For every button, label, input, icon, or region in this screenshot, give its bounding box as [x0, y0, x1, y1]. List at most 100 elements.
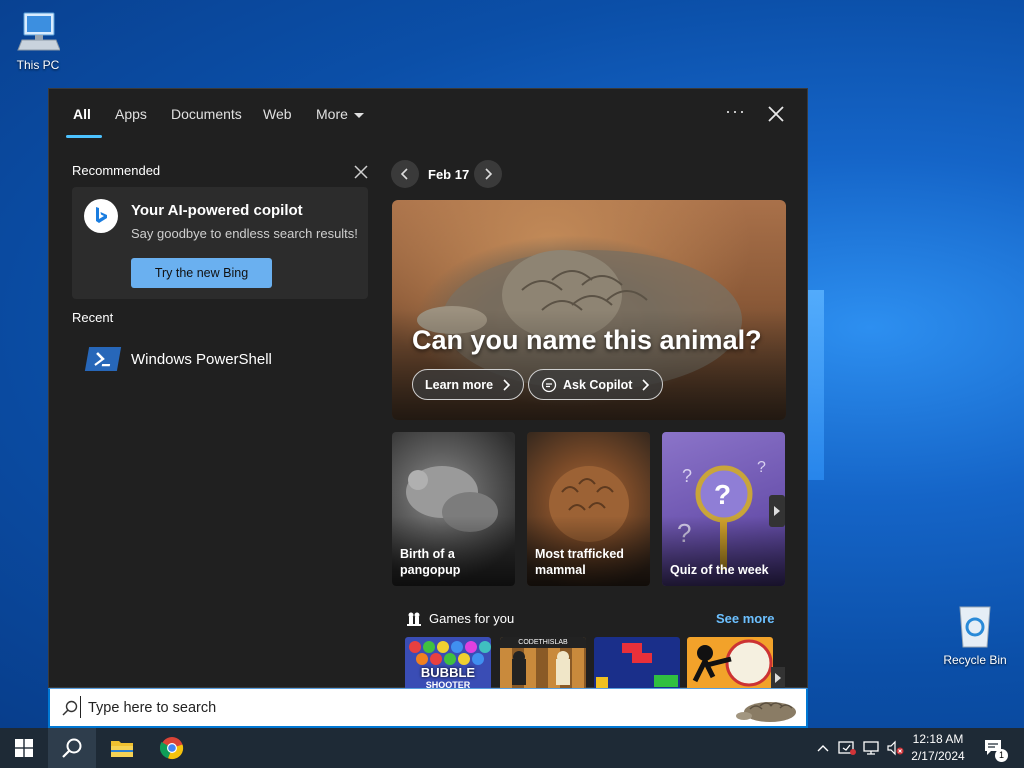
- chevron-right-icon: [485, 168, 493, 180]
- card-caption-line2: mammal: [535, 563, 586, 577]
- search-icon: [62, 700, 78, 716]
- clock-date: 2/17/2024: [911, 749, 965, 763]
- shield-warning-icon: [838, 741, 856, 755]
- chevron-right-icon: [775, 673, 781, 683]
- chevron-right-icon: [642, 378, 650, 391]
- chat-bubble-icon: [541, 377, 557, 392]
- ask-copilot-button[interactable]: Ask Copilot: [528, 369, 664, 400]
- see-more-games-link[interactable]: See more: [716, 611, 775, 626]
- game-tile-label: BUBBLE: [420, 665, 476, 680]
- file-explorer-button[interactable]: [98, 728, 146, 768]
- bing-logo-icon: [84, 199, 118, 233]
- chevron-right-icon: [774, 506, 780, 516]
- recent-item-powershell[interactable]: Windows PowerShell: [84, 347, 272, 371]
- notification-count-badge: 1: [995, 749, 1008, 762]
- volume-tray-button[interactable]: [884, 728, 906, 768]
- close-icon[interactable]: [765, 103, 787, 125]
- search-icon: [62, 738, 82, 758]
- recent-heading: Recent: [72, 310, 114, 325]
- hero-title: Can you name this animal?: [412, 325, 762, 355]
- taskbar-search-box[interactable]: [48, 688, 808, 728]
- folder-icon: [111, 741, 133, 757]
- chess-board-thumbnail: [512, 651, 570, 685]
- ellipsis-icon[interactable]: ···: [725, 101, 746, 122]
- chevron-right-icon: [503, 378, 511, 391]
- card-caption-line2: pangopup: [400, 563, 461, 577]
- action-center-button[interactable]: 1: [978, 728, 1010, 768]
- cards-scroll-right-button[interactable]: [769, 495, 785, 527]
- chess-pieces-icon: [407, 612, 421, 626]
- game-tile-chess[interactable]: CODETHISLAB: [500, 637, 586, 689]
- previous-day-button[interactable]: [391, 160, 419, 188]
- game-tile-bubble-shooter[interactable]: BUBBLE SHOOTER: [405, 637, 491, 689]
- network-icon: [863, 741, 879, 755]
- card-caption: Quiz of the week: [670, 562, 769, 578]
- learn-more-label: Learn more: [425, 377, 494, 392]
- card-caption-line1: Most trafficked: [535, 547, 624, 561]
- recommended-heading: Recommended: [72, 163, 161, 178]
- card-caption: Most trafficked mammal: [535, 546, 624, 578]
- svg-text:?: ?: [757, 459, 766, 476]
- computer-icon: [17, 12, 60, 51]
- svg-text:?: ?: [714, 479, 731, 510]
- learn-more-button[interactable]: Learn more: [412, 369, 525, 400]
- card-birth-of-a-pangopup[interactable]: Birth of a pangopup: [392, 432, 515, 586]
- copilot-promo-card: Your AI-powered copilot Say goodbye to e…: [72, 187, 368, 299]
- taskbar-clock[interactable]: 12:18 AM 2/17/2024: [906, 731, 970, 765]
- chevron-up-icon: [817, 745, 829, 752]
- taskbar-search-button[interactable]: [48, 728, 96, 768]
- recycle-bin-icon: [959, 606, 991, 648]
- copilot-card-title: Your AI-powered copilot: [131, 202, 303, 219]
- desktop-icon-this-pc[interactable]: This PC: [0, 10, 76, 72]
- svg-text:?: ?: [682, 466, 692, 486]
- desktop-icon-label: Recycle Bin: [943, 653, 1007, 667]
- tab-all[interactable]: All: [73, 106, 91, 122]
- highlight-date: Feb 17: [428, 167, 470, 182]
- search-panel: All Apps Documents Web More ··· Recommen…: [48, 88, 808, 689]
- tab-more[interactable]: More: [316, 106, 364, 122]
- wallpaper-logo-light: [808, 290, 824, 480]
- card-most-trafficked-mammal[interactable]: Most trafficked mammal: [527, 432, 650, 586]
- chrome-button[interactable]: [148, 728, 196, 768]
- stickman-thumbnail: [692, 639, 773, 687]
- game-tile-blocks[interactable]: [594, 637, 680, 689]
- next-day-button[interactable]: [474, 160, 502, 188]
- start-button[interactable]: [0, 728, 48, 768]
- tab-documents[interactable]: Documents: [171, 106, 242, 122]
- text-cursor: [80, 696, 81, 718]
- tab-more-label: More: [316, 106, 348, 122]
- network-tray-button[interactable]: [860, 728, 882, 768]
- block-puzzle-thumbnail: [596, 643, 678, 689]
- tab-web[interactable]: Web: [263, 106, 292, 122]
- desktop-icon-label: This PC: [16, 58, 60, 72]
- powershell-icon: [84, 347, 122, 371]
- security-tray-button[interactable]: [836, 728, 858, 768]
- search-filter-tabs: All Apps Documents Web More ···: [49, 89, 807, 139]
- volume-muted-icon: [887, 740, 904, 756]
- chevron-down-icon: [353, 112, 364, 118]
- active-tab-indicator: [66, 135, 102, 138]
- search-highlight-pangolin-icon[interactable]: [734, 694, 804, 724]
- tab-apps[interactable]: Apps: [115, 106, 147, 122]
- chrome-icon: [160, 737, 184, 760]
- games-heading: Games for you: [429, 611, 515, 626]
- search-input[interactable]: [88, 698, 648, 718]
- recent-item-label: Windows PowerShell: [131, 350, 272, 368]
- copilot-card-subtitle: Say goodbye to endless search results!: [131, 226, 358, 241]
- game-tile-stickman[interactable]: [687, 637, 773, 689]
- card-caption-line1: Birth of a: [400, 547, 455, 561]
- card-caption: Birth of a pangopup: [400, 546, 460, 578]
- windows-logo-icon: [15, 739, 33, 757]
- taskbar: 12:18 AM 2/17/2024 1: [0, 728, 1024, 768]
- dismiss-recommended-icon[interactable]: [352, 163, 370, 181]
- card-caption-line1: Quiz of the week: [670, 563, 769, 577]
- try-new-bing-button[interactable]: Try the new Bing: [131, 258, 272, 288]
- hero-card[interactable]: Can you name this animal? Learn more Ask…: [392, 200, 786, 420]
- ask-copilot-label: Ask Copilot: [563, 377, 633, 392]
- clock-time: 12:18 AM: [912, 732, 964, 746]
- desktop-icon-recycle-bin[interactable]: Recycle Bin: [937, 603, 1013, 667]
- games-scroll-right-button[interactable]: [771, 667, 785, 689]
- show-hidden-icons-button[interactable]: [814, 728, 832, 768]
- card-quiz-of-the-week[interactable]: ? ? ? ? Quiz of the week: [662, 432, 785, 586]
- chevron-left-icon: [400, 168, 408, 180]
